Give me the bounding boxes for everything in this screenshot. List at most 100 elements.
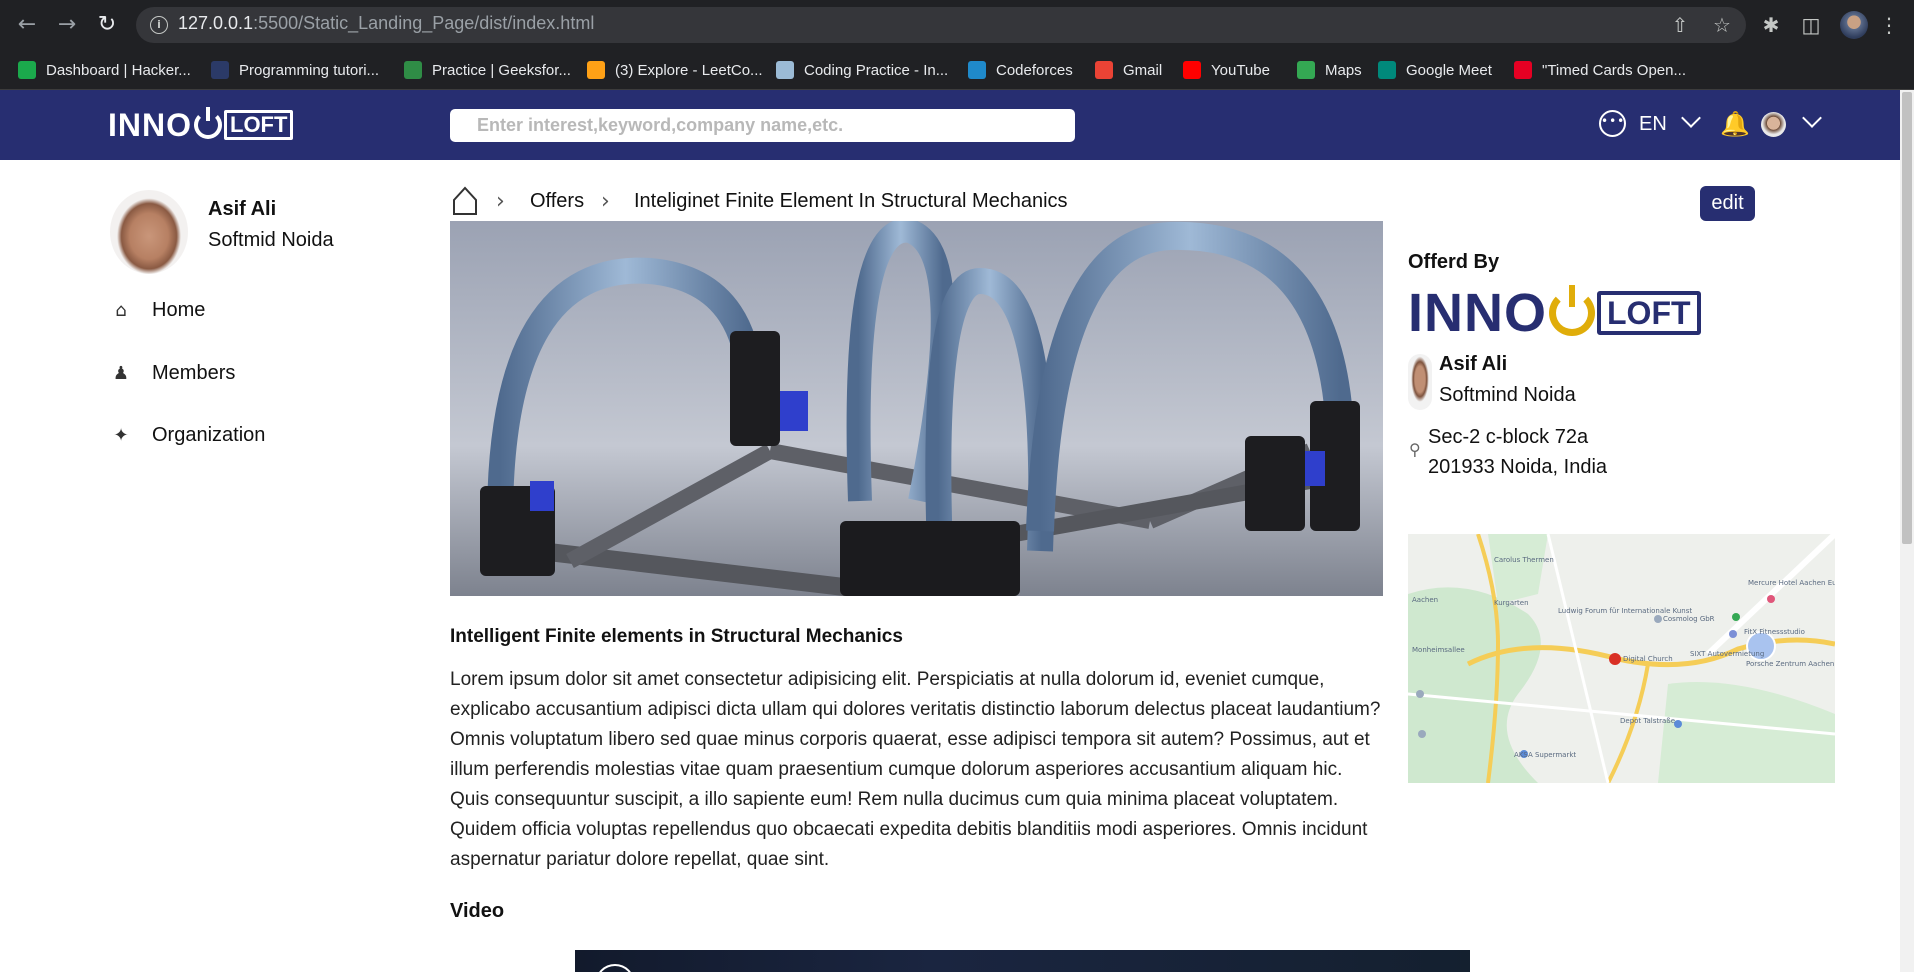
map-label: AKSA Supermarkt	[1514, 751, 1577, 759]
browser-menu-icon[interactable]: ⋮	[1876, 12, 1902, 38]
bookmark-item[interactable]: Google Meet	[1378, 58, 1492, 82]
browser-profile-avatar[interactable]	[1840, 11, 1868, 39]
company-logo[interactable]: INNO LOFT	[1408, 283, 1701, 343]
side-panel-icon[interactable]: ◫	[1798, 12, 1824, 38]
bookmark-label: YouTube	[1211, 61, 1270, 79]
sidebar-user-company: Softmid Noida	[208, 229, 334, 251]
power-icon	[194, 107, 222, 139]
sidebar-item-label: Members	[152, 362, 236, 384]
breadcrumb-chevron-icon: ›	[496, 189, 505, 214]
tutorial-icon	[211, 61, 229, 79]
offer-description: Lorem ipsum dolor sit amet consectetur a…	[450, 669, 1381, 870]
video-player[interactable]	[575, 950, 1470, 972]
map-label: FitX Fitnessstudio	[1744, 628, 1805, 636]
url-text[interactable]: 127.0.0.1:5500/Static_Landing_Page/dist/…	[178, 13, 594, 34]
interviewbit-icon	[776, 61, 794, 79]
bookmark-label: Coding Practice - In...	[804, 61, 949, 79]
search-input[interactable]	[450, 109, 1075, 142]
user-avatar[interactable]	[1761, 112, 1786, 137]
location-pin-icon: ⚲	[1409, 440, 1421, 459]
organization-icon: ✦	[113, 424, 129, 446]
maps-icon	[1297, 61, 1315, 79]
bookmark-item[interactable]: (3) Explore - LeetCo...	[587, 58, 763, 82]
bookmarks-bar: Dashboard | Hacker... Programming tutori.…	[0, 50, 1914, 90]
forward-icon[interactable]: →	[54, 12, 80, 38]
gmail-icon	[1095, 61, 1113, 79]
owner-company: Softmind Noida	[1439, 384, 1576, 406]
chat-icon[interactable]: •••	[1599, 110, 1626, 137]
bookmark-label: (3) Explore - LeetCo...	[615, 61, 763, 79]
map-label: Monheimsallee	[1412, 646, 1465, 654]
bookmark-label: Programming tutori...	[239, 61, 380, 79]
geeksforgeeks-icon	[404, 61, 422, 79]
sidebar-user-avatar	[110, 190, 188, 274]
map-label: Aachen	[1412, 596, 1439, 604]
breadcrumb-current: Inteliginet Finite Element In Structural…	[634, 190, 1068, 212]
bookmark-label: Gmail	[1123, 61, 1163, 79]
breadcrumb-home-icon[interactable]	[452, 186, 478, 216]
bookmark-item[interactable]: Practice | Geeksfor...	[404, 58, 571, 82]
hackerrank-icon	[18, 61, 36, 79]
breadcrumb-offers[interactable]: Offers	[530, 190, 584, 213]
site-info-icon[interactable]: i	[150, 16, 168, 34]
address-line-1: Sec-2 c-block 72a	[1428, 426, 1589, 448]
owner-avatar	[1408, 354, 1432, 410]
innoloft-logo[interactable]: INNO LOFT	[108, 106, 294, 143]
sidebar-item-label: Organization	[152, 424, 266, 446]
address-line-2: 201933 Noida, India	[1428, 456, 1608, 478]
bookmark-label: Practice | Geeksfor...	[432, 61, 571, 79]
map-label: SIXT Autovermietung	[1690, 650, 1765, 658]
bookmark-item[interactable]: YouTube	[1183, 58, 1270, 82]
bookmark-item[interactable]: Dashboard | Hacker...	[18, 58, 191, 82]
notification-bell-icon[interactable]: 🔔	[1720, 110, 1750, 138]
map-graphic	[1408, 534, 1835, 783]
bookmark-item[interactable]: Codeforces	[968, 58, 1073, 82]
bookmark-item[interactable]: Programming tutori...	[211, 58, 379, 82]
map-label: Mercure Hotel Aachen Europaplatz	[1748, 579, 1835, 587]
map-label: Carolus Thermen	[1494, 556, 1554, 564]
map-label: Ludwig Forum für Internationale Kunst	[1558, 607, 1693, 615]
pinterest-icon	[1514, 61, 1532, 79]
bookmark-item[interactable]: Maps	[1297, 58, 1362, 82]
youtube-icon	[1183, 61, 1201, 79]
map-label: Porsche Zentrum Aachen	[1746, 660, 1835, 668]
offer-image	[450, 221, 1383, 596]
share-icon[interactable]: ⇧	[1667, 12, 1693, 38]
location-map[interactable]: Carolus Thermen Kurgarten Ludwig Forum f…	[1408, 534, 1835, 783]
owner-name: Asif Ali	[1439, 353, 1508, 375]
power-icon	[1549, 285, 1595, 336]
language-selector[interactable]: EN	[1639, 113, 1667, 136]
sidebar-user-name: Asif Ali	[208, 198, 277, 220]
reload-icon[interactable]: ↻	[94, 12, 120, 38]
extensions-icon[interactable]: ✱	[1758, 12, 1784, 38]
map-label: Kurgarten	[1494, 599, 1529, 607]
bookmark-star-icon[interactable]: ☆	[1709, 12, 1735, 38]
edit-button[interactable]: edit	[1700, 186, 1755, 221]
google-meet-icon	[1378, 61, 1396, 79]
sidebar-item-members[interactable]: ♟ Members	[110, 362, 235, 385]
bookmark-label: Google Meet	[1406, 61, 1492, 79]
bookmark-item[interactable]: Gmail	[1095, 58, 1162, 82]
codeforces-icon	[968, 61, 986, 79]
company-logo-text-loft: LOFT	[1597, 291, 1701, 335]
home-icon: ⌂	[115, 299, 127, 321]
offered-by-heading: Offerd By	[1408, 251, 1500, 273]
bookmark-item[interactable]: "Timed Cards Open...	[1514, 58, 1686, 82]
bookmark-item[interactable]: Coding Practice - In...	[776, 58, 948, 82]
back-icon[interactable]: ←	[14, 12, 40, 38]
sidebar-item-label: Home	[152, 299, 206, 321]
members-icon: ♟	[112, 362, 130, 384]
leetcode-icon	[587, 61, 605, 79]
map-label: Depot Talstraße	[1620, 717, 1676, 725]
offer-title: Intelligent Finite elements in Structura…	[450, 626, 903, 647]
video-heading: Video	[450, 900, 505, 922]
bookmark-label: Dashboard | Hacker...	[46, 61, 191, 79]
sidebar-item-organization[interactable]: ✦ Organization	[110, 424, 265, 447]
bookmark-label: "Timed Cards Open...	[1542, 61, 1686, 79]
bookmark-label: Codeforces	[996, 61, 1073, 79]
scrollbar-thumb[interactable]	[1902, 92, 1912, 544]
logo-text-inno: INNO	[108, 106, 192, 143]
sidebar-item-home[interactable]: ⌂ Home	[110, 299, 205, 322]
breadcrumb-chevron-icon: ›	[601, 189, 610, 214]
map-label: Digital Church	[1623, 655, 1673, 663]
